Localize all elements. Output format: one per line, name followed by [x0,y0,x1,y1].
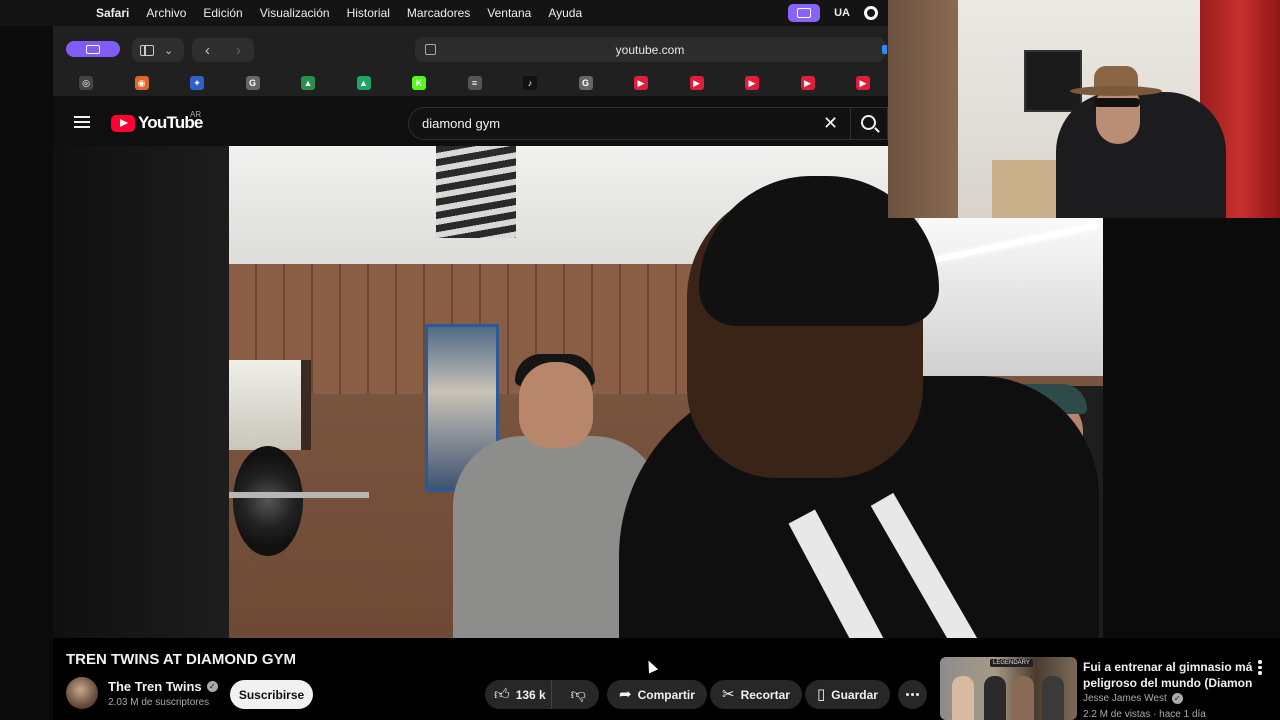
extension-indicator [882,45,887,54]
search-box[interactable]: diamond gym ✕ [408,107,888,140]
channel-name[interactable]: The Tren Twins [108,679,202,694]
page-menu-icon[interactable] [425,44,436,55]
webcam-overlay [888,0,1280,218]
sidebar-icon [140,44,154,56]
grammarly-icon[interactable]: G [578,76,593,90]
gemini-icon[interactable]: ✦ [190,76,204,90]
desktop-strip [0,26,53,720]
country-code: AR [190,110,202,119]
record-status-icon[interactable] [864,6,878,20]
address-bar[interactable]: youtube.com [415,37,887,62]
profile-pill-icon[interactable] [66,41,120,57]
thumbnail-badge: LEGENDARY [990,659,1033,667]
chevron-down-icon: ⌄ [164,44,174,57]
forward-button[interactable]: › [236,42,241,59]
video-title: TREN TWINS AT DIAMOND GYM [66,651,296,668]
recommendation-channel-row: Jesse James West ✓ [1083,693,1183,704]
more-actions-button[interactable] [898,680,927,709]
recommendation-more-icon[interactable] [1258,660,1262,675]
menu-marcadores[interactable]: Marcadores [407,6,470,20]
flag-icon[interactable]: ▲ [301,76,315,90]
safari-toolbar: ⌄ ‹ › youtube.com [53,26,888,70]
share-label: Compartir [637,687,695,702]
url-text: youtube.com [615,42,685,57]
channel-avatar[interactable] [66,677,98,709]
like-button[interactable]: 👍︎ 136 k [485,680,552,709]
chatgpt-icon[interactable]: ◎ [79,76,93,90]
channel-name-row[interactable]: The Tren Twins ✓ [108,679,218,694]
like-count: 136 k [515,687,546,702]
tiktok-icon[interactable]: ♪ [523,76,537,90]
scissors-icon: ✂ [722,686,735,703]
recommendation-thumbnail[interactable]: LEGENDARY [940,657,1077,720]
google-drive-icon[interactable]: ▲ [356,76,371,90]
menu-historial[interactable]: Historial [347,6,390,20]
verified-icon: ✓ [1171,693,1183,704]
youtube-icon[interactable]: ▶ [634,76,648,90]
subscriber-count: 2.03 M de suscriptores [108,697,210,708]
menu-ventana[interactable]: Ventana [487,6,531,20]
screen-share-icon[interactable] [788,4,821,22]
mouse-cursor-icon [643,658,659,674]
clip-label: Recortar [740,687,790,702]
youtube-icon[interactable]: ▶ [689,76,704,90]
subscribe-button[interactable]: Suscribirse [230,680,313,709]
share-arrow-icon: ➦ [619,686,632,703]
back-button[interactable]: ‹ [205,42,210,59]
search-input[interactable]: diamond gym [422,116,500,131]
menu-ayuda[interactable]: Ayuda [548,6,582,20]
kick-icon[interactable]: K [412,76,426,90]
save-label: Guardar [831,687,878,702]
clear-search-icon[interactable]: ✕ [823,113,838,134]
thumbs-down-icon: 👎︎ [570,685,586,703]
thumbs-up-icon: 👍︎ [494,686,510,703]
menu-edicion[interactable]: Edición [203,6,242,20]
favorites-bar: ◎ ◉ ✦ G ▲ ▲ K ≡ ♪ G ▶ ▶ ▶ ▶ ▶ [53,70,888,96]
search-icon[interactable] [861,115,876,130]
menu-archivo[interactable]: Archivo [146,6,186,20]
youtube-icon[interactable]: ▶ [800,76,815,90]
recommendation-channel[interactable]: Jesse James West [1083,693,1167,704]
video-player[interactable] [53,146,1103,638]
search-divider [850,108,851,139]
menu-bar: Safari Archivo Edición Visualización His… [0,0,888,26]
nav-buttons: ‹ › [192,38,254,62]
bookmark-icon: ▯ [817,686,826,703]
menu-hamburger-icon[interactable] [74,116,90,128]
youtube-play-icon [111,114,135,132]
recommendation-meta: 2.2 M de vistas · hace 1 día [1083,709,1206,720]
grammarly-icon[interactable]: G [245,76,260,90]
share-button[interactable]: ➦ Compartir [607,680,707,709]
save-button[interactable]: ▯ Guardar [805,680,890,709]
youtube-icon[interactable]: ▶ [856,76,870,90]
orange-app-icon[interactable]: ◉ [134,76,149,90]
youtube-logo[interactable]: YouTube [111,113,203,133]
menu-visualizacion[interactable]: Visualización [260,6,330,20]
recommendation-title[interactable]: Fui a entrenar al gimnasio más peligroso… [1083,659,1253,691]
notes-icon[interactable]: ≡ [467,76,482,90]
youtube-icon[interactable]: ▶ [745,76,759,90]
clip-button[interactable]: ✂ Recortar [710,680,802,709]
like-dislike-group: 👍︎ 136 k 👎︎ [485,680,599,709]
youtube-header: YouTube AR diamond gym ✕ [53,96,888,146]
menu-safari[interactable]: Safari [96,6,129,20]
sidebar-toggle-button[interactable]: ⌄ [132,38,184,62]
verified-icon: ✓ [206,681,218,692]
input-source-indicator[interactable]: UA [834,7,850,19]
video-frame [229,146,1103,638]
dislike-button[interactable]: 👎︎ [558,686,599,704]
